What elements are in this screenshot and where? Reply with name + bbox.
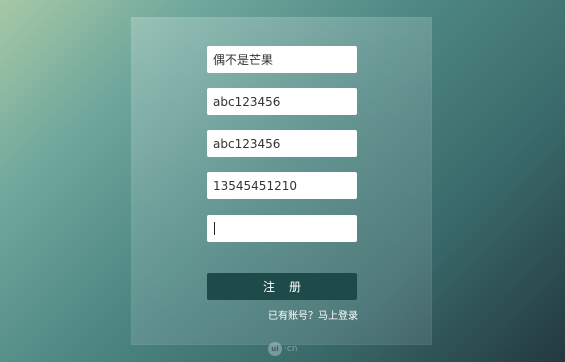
register-button[interactable]: 注册 (207, 273, 357, 300)
phone-value: 13545451210 (213, 178, 297, 193)
nickname-field[interactable]: 偶不是芒果 (207, 46, 357, 73)
confirm-password-value: abc123456 (213, 136, 281, 151)
phone-field[interactable]: 13545451210 (207, 172, 357, 199)
password-field[interactable]: abc123456 (207, 88, 357, 115)
text-caret (214, 222, 215, 235)
confirm-password-field[interactable]: abc123456 (207, 130, 357, 157)
ui-logo-icon: ui (268, 342, 282, 356)
register-panel: 偶不是芒果 abc123456 abc123456 13545451210 注册… (131, 17, 432, 345)
nickname-value: 偶不是芒果 (213, 53, 274, 67)
login-link[interactable]: 已有账号？马上登录 (268, 307, 358, 322)
active-input-field[interactable] (207, 215, 357, 242)
watermark-text: ·cn (284, 344, 298, 354)
password-value: abc123456 (213, 94, 281, 109)
watermark: ui ·cn (268, 342, 298, 356)
